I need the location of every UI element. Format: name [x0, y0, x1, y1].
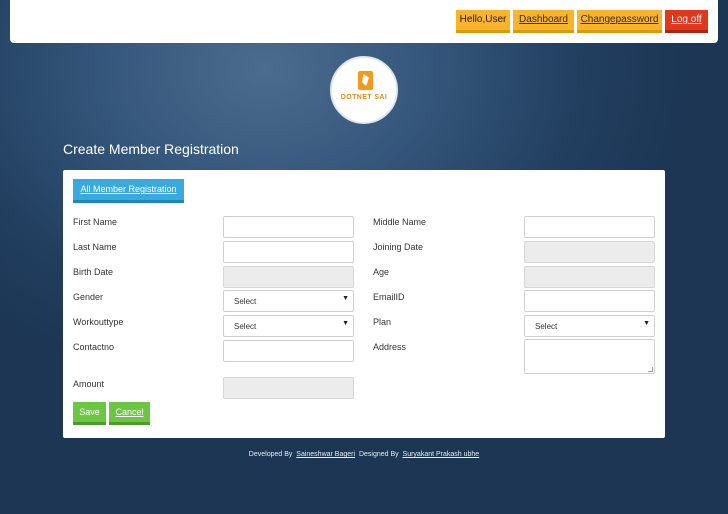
resize-grip-icon[interactable]	[648, 367, 653, 372]
save-button[interactable]: Save	[73, 402, 106, 425]
logo-icon	[358, 71, 373, 90]
joining-date-input[interactable]	[524, 241, 655, 263]
joining-date-label: Joining Date	[373, 242, 424, 252]
brand-logo: DOTNET SAI	[330, 56, 398, 124]
email-input[interactable]	[524, 290, 655, 312]
last-name-input[interactable]	[223, 241, 354, 263]
logoff-link[interactable]: Log off	[665, 10, 708, 33]
designer-link[interactable]: Suryakant Prakash ubhe	[403, 451, 480, 458]
contact-input[interactable]	[223, 340, 354, 362]
dropdown-arrow-icon: ▼	[342, 295, 349, 302]
developer-link[interactable]: Saineshwar Bageri	[296, 451, 355, 458]
birth-date-input[interactable]	[223, 266, 354, 288]
age-input[interactable]	[524, 266, 655, 288]
first-name-input[interactable]	[223, 216, 354, 238]
all-member-registration-button[interactable]: All Member Registration	[73, 179, 184, 203]
cancel-button[interactable]: Cancel	[109, 402, 150, 425]
page-title: Create Member Registration	[63, 141, 239, 157]
footer-designed-by: Designed By	[358, 451, 399, 458]
email-label: EmailID	[373, 292, 405, 302]
footer: Developed By Saineshwar Bageri Designed …	[0, 451, 728, 458]
gender-label: Gender	[73, 292, 104, 302]
age-label: Age	[373, 267, 390, 277]
amount-input[interactable]	[223, 377, 354, 399]
gender-select-value: Select	[234, 297, 257, 306]
change-password-link[interactable]: Changepassword	[577, 10, 662, 33]
workout-type-label: Workouttype	[73, 317, 124, 327]
birth-date-label: Birth Date	[73, 267, 114, 277]
amount-label: Amount	[73, 379, 105, 389]
greeting-label: Hello,User	[456, 10, 510, 33]
dropdown-arrow-icon: ▼	[643, 320, 650, 327]
gender-select[interactable]: Select ▼	[223, 290, 354, 312]
logo-text: DOTNET SAI	[340, 94, 388, 101]
address-label: Address	[373, 342, 407, 352]
workout-type-select[interactable]: Select ▼	[223, 315, 354, 337]
middle-name-label: Middle Name	[373, 217, 427, 227]
top-bar: Hello,User Dashboard Changepassword Log …	[10, 0, 718, 43]
last-name-label: Last Name	[73, 242, 117, 252]
first-name-label: First Name	[73, 217, 118, 227]
dropdown-arrow-icon: ▼	[342, 320, 349, 327]
dashboard-link[interactable]: Dashboard	[513, 10, 574, 33]
middle-name-input[interactable]	[524, 216, 655, 238]
plan-select-value: Select	[535, 322, 558, 331]
plan-select[interactable]: Select ▼	[524, 315, 655, 337]
registration-form-panel: All Member Registration First Name Last …	[63, 170, 665, 438]
contact-label: Contactno	[73, 342, 115, 352]
workout-type-select-value: Select	[234, 322, 257, 331]
plan-label: Plan	[373, 317, 392, 327]
address-textarea[interactable]	[524, 339, 655, 374]
footer-developed-by: Developed By	[248, 451, 293, 458]
